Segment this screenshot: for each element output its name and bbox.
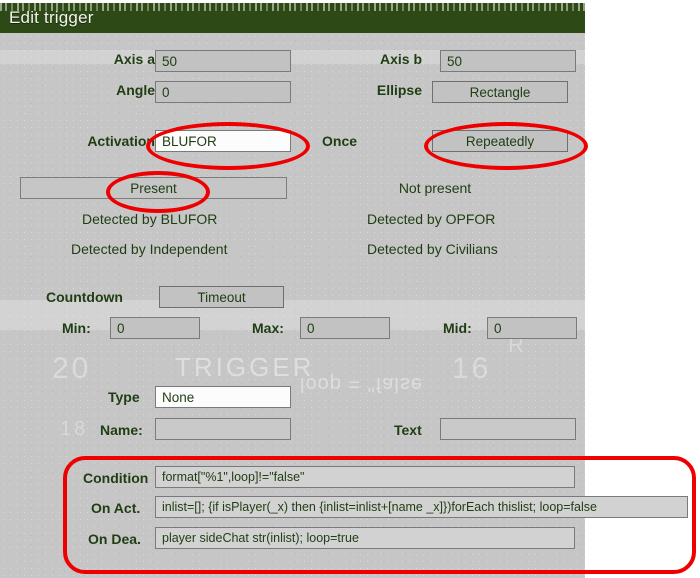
name-input[interactable]	[155, 418, 291, 440]
text-label: Text	[394, 422, 422, 438]
once-row: Once	[322, 133, 422, 149]
type-label: Type	[108, 389, 140, 405]
detected-by-independent-option[interactable]: Detected by Independent	[71, 241, 227, 257]
on-act-input[interactable]: inlist=[]; {if isPlayer(_x) then {inlist…	[155, 496, 688, 518]
window-titlebar: Edit trigger	[0, 3, 585, 33]
axis-a-label: Axis a	[113, 51, 155, 67]
on-dea-input[interactable]: player sideChat str(inlist); loop=true	[155, 527, 575, 549]
axis-b-row: Axis b	[322, 51, 422, 67]
repeat-toggle-button[interactable]: Repeatedly	[432, 130, 568, 152]
angle-row: Angle	[97, 82, 155, 98]
axis-a-input[interactable]: 50	[155, 50, 291, 72]
detected-by-opfor-option[interactable]: Detected by OPFOR	[367, 211, 495, 227]
max-input[interactable]: 0	[300, 317, 390, 339]
axis-a-row: Axis a	[97, 51, 155, 67]
shape-toggle-button[interactable]: Rectangle	[432, 81, 568, 103]
angle-label: Angle	[116, 82, 155, 98]
shape-row: Ellipse	[322, 82, 422, 98]
not-present-option[interactable]: Not present	[380, 180, 490, 196]
ellipse-label: Ellipse	[376, 82, 422, 98]
activation-label: Activation	[87, 133, 155, 149]
mid-input[interactable]: 0	[487, 317, 577, 339]
name-label: Name:	[100, 422, 143, 438]
min-input[interactable]: 0	[110, 317, 200, 339]
on-act-label: On Act.	[91, 500, 141, 516]
activation-value-field[interactable]: BLUFOR	[155, 130, 291, 152]
on-dea-label: On Dea.	[88, 531, 141, 547]
present-button[interactable]: Present	[20, 177, 287, 199]
axis-b-label: Axis b	[379, 51, 422, 67]
edit-trigger-window: Edit trigger 20 TRIGGER loop = "false 16…	[0, 0, 585, 578]
mid-label: Mid:	[443, 320, 472, 336]
detected-by-blufor-option[interactable]: Detected by BLUFOR	[82, 211, 217, 227]
condition-label: Condition	[83, 470, 149, 486]
timeout-toggle-button[interactable]: Timeout	[159, 286, 284, 308]
window-title: Edit trigger	[9, 8, 94, 27]
detected-by-civilians-option[interactable]: Detected by Civilians	[367, 241, 498, 257]
angle-input[interactable]: 0	[155, 81, 291, 103]
axis-b-input[interactable]: 50	[440, 50, 576, 72]
min-label: Min:	[62, 320, 91, 336]
activation-row: Activation	[69, 133, 155, 149]
type-field[interactable]: None	[155, 386, 291, 408]
countdown-label: Countdown	[46, 289, 123, 305]
text-input[interactable]	[440, 418, 576, 440]
once-label: Once	[322, 133, 358, 149]
condition-input[interactable]: format["%1",loop]!="false"	[155, 466, 575, 488]
max-label: Max:	[252, 320, 284, 336]
